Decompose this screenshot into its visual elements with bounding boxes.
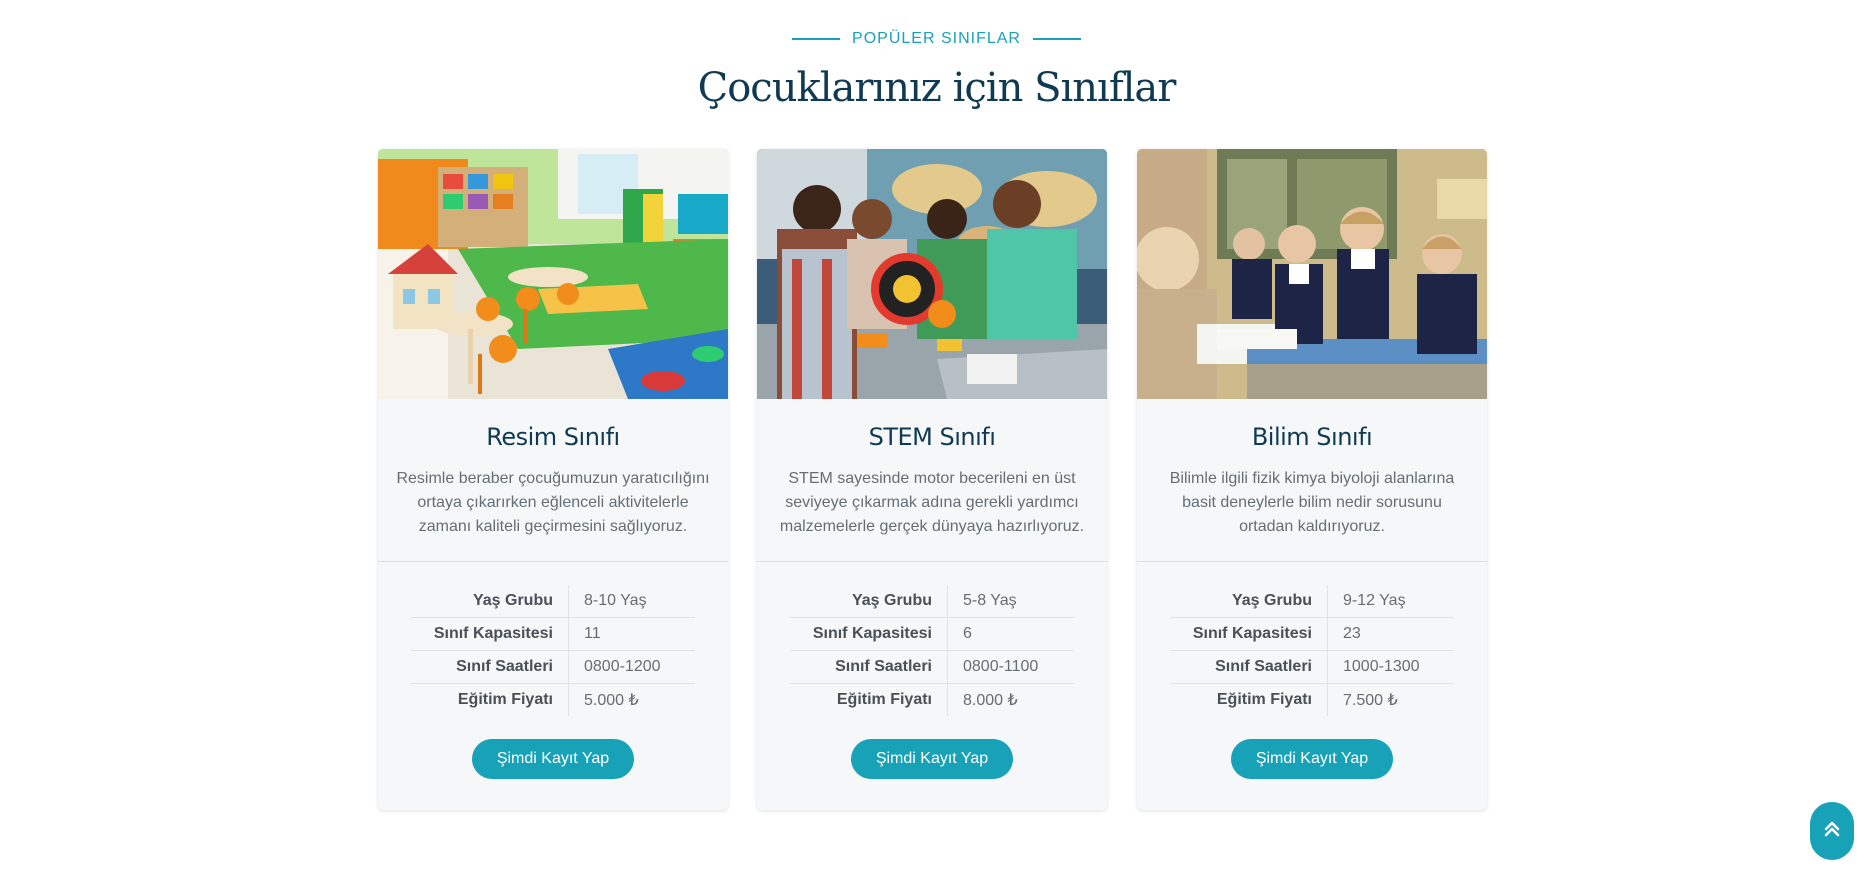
class-title: Bilim Sınıfı bbox=[1251, 423, 1373, 451]
class-card-art: Resim Sınıfı Resimle beraber çocuğumuzun… bbox=[378, 149, 728, 810]
detail-label: Sınıf Saatleri bbox=[1170, 650, 1328, 684]
detail-row-hours: Sınıf Saatleri 0800-1100 bbox=[790, 650, 1074, 684]
eyebrow-text: POPÜLER SINIFLAR bbox=[852, 30, 1021, 47]
detail-row-hours: Sınıf Saatleri 0800-1200 bbox=[411, 650, 695, 684]
class-details-table: Yaş Grubu 5-8 Yaş Sınıf Kapasitesi 6 Sın… bbox=[790, 585, 1074, 716]
section-eyebrow: POPÜLER SINIFLAR bbox=[0, 30, 1873, 48]
detail-label: Eğitim Fiyatı bbox=[411, 683, 569, 716]
card-divider bbox=[378, 561, 728, 562]
detail-label: Sınıf Kapasitesi bbox=[790, 617, 948, 651]
detail-label: Yaş Grubu bbox=[1170, 585, 1328, 618]
detail-label: Sınıf Saatleri bbox=[411, 650, 569, 684]
class-details-table: Yaş Grubu 9-12 Yaş Sınıf Kapasitesi 23 S… bbox=[1170, 585, 1454, 716]
detail-row-capacity: Sınıf Kapasitesi 11 bbox=[411, 617, 695, 651]
page: POPÜLER SINIFLAR Çocuklarınız için Sınıf… bbox=[0, 0, 1873, 886]
class-image-science bbox=[1137, 149, 1487, 399]
register-button[interactable]: Şimdi Kayıt Yap bbox=[1231, 739, 1393, 779]
register-button[interactable]: Şimdi Kayıt Yap bbox=[472, 739, 634, 779]
detail-value: 0800-1200 bbox=[568, 650, 695, 684]
button-wrap: Şimdi Kayıt Yap bbox=[378, 739, 728, 779]
scroll-to-top-button[interactable] bbox=[1810, 802, 1854, 860]
class-details-table: Yaş Grubu 8-10 Yaş Sınıf Kapasitesi 11 S… bbox=[411, 585, 695, 716]
detail-value: 8.000 ₺ bbox=[963, 692, 1018, 709]
detail-value: 0800-1100 bbox=[947, 650, 1074, 684]
class-description: Resimle beraber çocuğumuzun yaratıcılığı… bbox=[396, 470, 710, 535]
detail-value: 5.000 ₺ bbox=[584, 692, 639, 709]
eyebrow-line-left bbox=[792, 38, 841, 40]
detail-row-hours: Sınıf Saatleri 1000-1300 bbox=[1170, 650, 1454, 684]
class-image-stem bbox=[757, 149, 1107, 399]
section-title: Çocuklarınız için Sınıflar bbox=[697, 65, 1177, 111]
detail-row-age: Yaş Grubu 9-12 Yaş bbox=[1170, 585, 1454, 618]
detail-label: Sınıf Kapasitesi bbox=[1170, 617, 1328, 651]
class-description: STEM sayesinde motor becerileni en üst s… bbox=[779, 470, 1085, 535]
detail-label: Eğitim Fiyatı bbox=[1170, 683, 1328, 716]
class-card-science: Bilim Sınıfı Bilimle ilgili fizik kimya … bbox=[1137, 149, 1487, 810]
class-card-stem: STEM Sınıfı STEM sayesinde motor beceril… bbox=[757, 149, 1107, 810]
detail-value: 23 bbox=[1327, 617, 1454, 651]
double-chevron-up-icon bbox=[1824, 820, 1840, 842]
button-wrap: Şimdi Kayıt Yap bbox=[1137, 739, 1487, 779]
detail-value: 9-12 Yaş bbox=[1327, 585, 1454, 618]
class-title: STEM Sınıfı bbox=[868, 423, 996, 451]
detail-value: 11 bbox=[568, 617, 695, 651]
detail-label: Yaş Grubu bbox=[411, 585, 569, 618]
detail-row-age: Yaş Grubu 8-10 Yaş bbox=[411, 585, 695, 618]
class-image-art bbox=[378, 149, 728, 399]
detail-label: Eğitim Fiyatı bbox=[790, 683, 948, 716]
card-divider bbox=[757, 561, 1107, 562]
detail-row-price: Eğitim Fiyatı 5.000 ₺ bbox=[411, 683, 695, 716]
register-button[interactable]: Şimdi Kayıt Yap bbox=[851, 739, 1013, 779]
detail-row-age: Yaş Grubu 5-8 Yaş bbox=[790, 585, 1074, 618]
card-divider bbox=[1137, 561, 1487, 562]
detail-label: Sınıf Kapasitesi bbox=[411, 617, 569, 651]
detail-row-capacity: Sınıf Kapasitesi 23 bbox=[1170, 617, 1454, 651]
detail-value: 7.500 ₺ bbox=[1343, 692, 1398, 709]
detail-row-price: Eğitim Fiyatı 7.500 ₺ bbox=[1170, 683, 1454, 716]
detail-row-capacity: Sınıf Kapasitesi 6 bbox=[790, 617, 1074, 651]
detail-row-price: Eğitim Fiyatı 8.000 ₺ bbox=[790, 683, 1074, 716]
button-wrap: Şimdi Kayıt Yap bbox=[757, 739, 1107, 779]
detail-value: 6 bbox=[947, 617, 1074, 651]
detail-label: Sınıf Saatleri bbox=[790, 650, 948, 684]
detail-value: 1000-1300 bbox=[1327, 650, 1454, 684]
class-description: Bilimle ilgili fizik kimya biyoloji alan… bbox=[1169, 470, 1455, 535]
detail-value: 8-10 Yaş bbox=[568, 585, 695, 618]
detail-label: Yaş Grubu bbox=[790, 585, 948, 618]
class-title: Resim Sınıfı bbox=[486, 423, 620, 451]
detail-value: 5-8 Yaş bbox=[947, 585, 1074, 618]
eyebrow-line-right bbox=[1032, 38, 1081, 40]
